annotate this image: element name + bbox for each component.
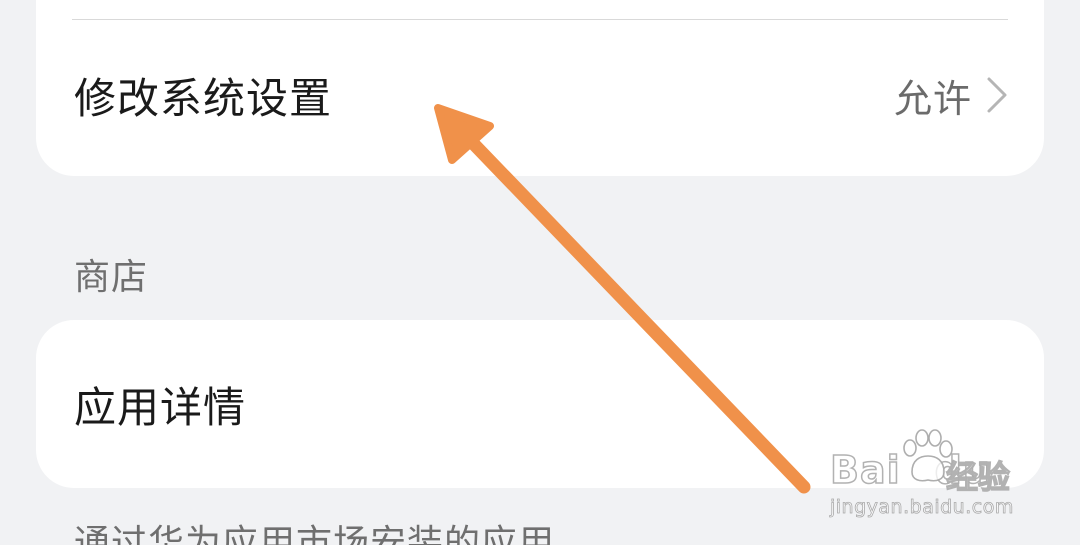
watermark-url: jingyan.baidu.com xyxy=(830,496,1014,519)
modify-system-settings-status: 允许 xyxy=(894,68,1008,123)
modify-system-settings-label: 修改系统设置 xyxy=(74,73,333,123)
chevron-right-icon xyxy=(987,77,1007,113)
app-details-row[interactable]: 应用详情 xyxy=(36,320,1044,488)
app-permission-screen: 修改系统设置 允许 商店 应用详情 通过华为应用市场安装的应用 Bai du 经… xyxy=(0,0,1080,545)
store-section-title: 商店 xyxy=(74,257,149,298)
install-source-note: 通过华为应用市场安装的应用 xyxy=(74,523,556,545)
store-card: 应用详情 xyxy=(36,320,1044,488)
modify-system-settings-value: 允许 xyxy=(893,76,972,121)
modify-system-settings-row[interactable]: 修改系统设置 允许 xyxy=(36,36,1044,154)
permissions-card: 修改系统设置 允许 xyxy=(36,0,1044,176)
app-details-label: 应用详情 xyxy=(74,382,247,432)
divider xyxy=(72,19,1008,20)
